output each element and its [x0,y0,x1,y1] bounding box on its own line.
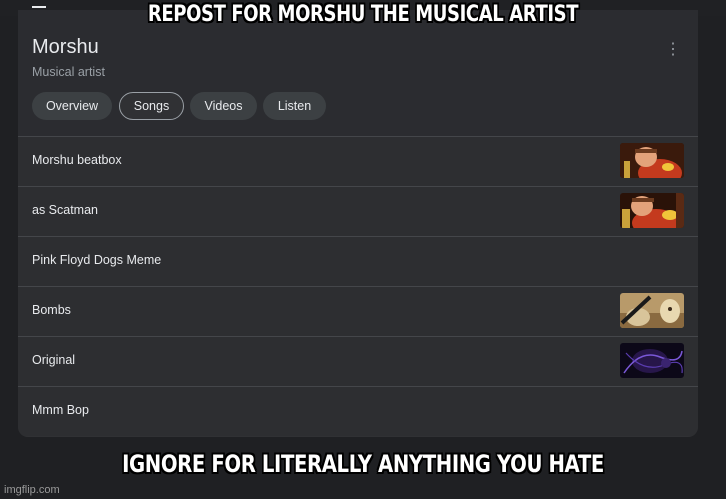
song-row[interactable]: Morshu beatbox [18,136,698,186]
more-vert-icon[interactable]: ⋮ [665,40,681,60]
song-row[interactable]: Bombs [18,286,698,336]
song-title: Mmm Bop [32,403,89,417]
song-title: as Scatman [32,203,99,217]
watermark: imgflip.com [4,484,60,496]
tab-overview[interactable]: Overview [32,92,112,120]
meme-bottom-caption: IGNORE FOR LITERALLY ANYTHING YOU HATE [122,450,604,478]
meme-top-caption: REPOST FOR MORSHU THE MUSICAL ARTIST [147,2,579,27]
tab-videos[interactable]: Videos [190,92,257,120]
song-title: Bombs [32,303,71,317]
song-row[interactable]: as Scatman [18,186,698,236]
song-title: Morshu beatbox [32,153,122,167]
morshu-thumbnail [620,193,684,228]
panel-title: Morshu [32,36,99,58]
tab-listen[interactable]: Listen [263,92,326,120]
song-row[interactable]: Original [18,336,698,386]
song-row[interactable]: Pink Floyd Dogs Meme [18,236,698,286]
knowledge-panel: Morshu Musical artist ⋮ Overview Songs V… [18,10,698,437]
tab-songs[interactable]: Songs [119,92,184,120]
menu-icon[interactable] [32,6,46,8]
panel-header: Morshu Musical artist ⋮ Overview Songs V… [18,10,698,136]
song-title: Original [32,353,76,367]
panel-subtitle: Musical artist [32,65,105,79]
bombs-thumbnail [620,293,684,328]
song-title: Pink Floyd Dogs Meme [32,253,162,267]
morshu-thumbnail [620,143,684,178]
dark-purple-thumbnail [620,343,684,378]
song-row[interactable]: Mmm Bop [18,386,698,436]
